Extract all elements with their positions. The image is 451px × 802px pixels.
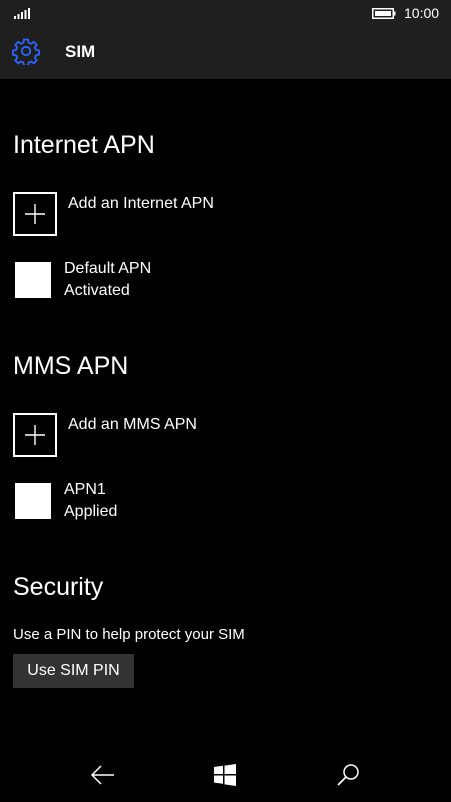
windows-logo-icon[interactable] — [212, 762, 238, 788]
add-internet-apn-button[interactable]: Add an Internet APN — [13, 192, 433, 236]
back-arrow-icon[interactable] — [90, 762, 116, 788]
use-sim-pin-button[interactable]: Use SIM PIN — [13, 654, 134, 688]
add-mms-apn-label: Add an MMS APN — [68, 416, 197, 433]
plus-icon — [25, 204, 45, 224]
add-box — [13, 192, 57, 236]
signal-strength-icon — [14, 8, 30, 19]
apn-tile — [15, 262, 51, 298]
security-description: Use a PIN to help protect your SIM — [13, 626, 245, 643]
add-box — [13, 413, 57, 457]
add-mms-apn-button[interactable]: Add an MMS APN — [13, 413, 433, 457]
apn-status: Applied — [64, 503, 118, 520]
page-title: SIM — [65, 42, 96, 61]
security-heading: Security — [13, 573, 104, 601]
apn-name: APN1 — [64, 481, 106, 498]
internet-apn-item[interactable]: Default APN Activated — [13, 260, 433, 306]
navigation-bar — [0, 748, 451, 802]
mms-apn-item[interactable]: APN1 Applied — [13, 481, 433, 527]
battery-icon — [372, 8, 396, 19]
apn-name: Default APN — [64, 260, 152, 277]
status-time: 10:00 — [404, 5, 440, 21]
search-icon[interactable] — [336, 762, 362, 788]
apn-tile — [15, 483, 51, 519]
plus-icon — [25, 425, 45, 445]
apn-status: Activated — [64, 282, 130, 299]
internet-apn-heading: Internet APN — [13, 131, 155, 159]
mms-apn-heading: MMS APN — [13, 352, 129, 380]
add-internet-apn-label: Add an Internet APN — [68, 195, 214, 212]
app-header: SIM — [0, 27, 451, 79]
gear-icon — [12, 38, 40, 65]
status-bar: 10:00 — [0, 0, 451, 27]
